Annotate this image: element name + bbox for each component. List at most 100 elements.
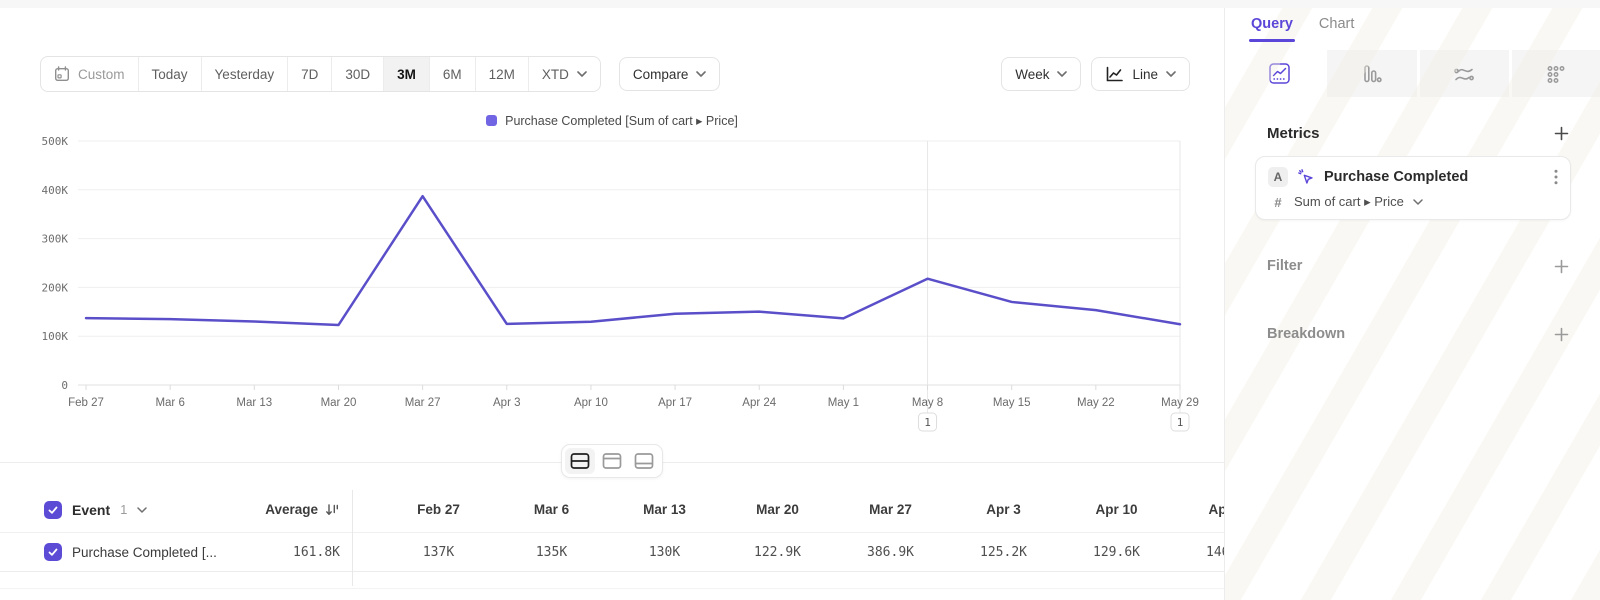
chart-legend: Purchase Completed [Sum of cart ▸ Price]: [0, 113, 1224, 128]
y-axis-tick-label: 500K: [42, 135, 69, 148]
x-axis-tick-label: Mar 27: [405, 397, 441, 409]
range-label: 3M: [397, 67, 416, 82]
average-header-cell[interactable]: Average: [226, 487, 340, 532]
x-axis-tick-label: May 1: [828, 397, 859, 409]
line-chart: 0100K200K300K400K500KFeb 27Mar 6Mar 13Ma…: [0, 133, 1224, 443]
breakdown-title: Breakdown: [1267, 326, 1345, 342]
layout-toggle-group: [561, 444, 663, 478]
table-only-icon: [634, 452, 654, 470]
compare-label: Compare: [633, 67, 689, 82]
sort-descending-icon: [325, 503, 340, 517]
metrics-section-header: Metrics: [1225, 125, 1600, 142]
range-3m[interactable]: 3M: [384, 57, 430, 91]
range-label: 6M: [443, 67, 462, 82]
y-axis-tick-label: 400K: [42, 184, 69, 197]
chart-type-label: Line: [1132, 67, 1158, 82]
grid-dots-icon: [1545, 63, 1567, 85]
add-breakdown-button[interactable]: [1554, 327, 1569, 342]
row-checkbox[interactable]: [44, 543, 62, 561]
x-axis-tick-label: Apr 10: [574, 397, 608, 409]
cell-value: 122.9K: [721, 533, 834, 571]
x-axis-tick-label: Mar 6: [155, 397, 184, 409]
chevron-down-icon[interactable]: [137, 507, 147, 513]
cell-value: 129.6K: [1060, 533, 1173, 571]
cell-value: 125.2K: [947, 533, 1060, 571]
split-view-icon: [570, 452, 590, 470]
table-bottom-line: [0, 588, 1224, 589]
calendar-icon: [54, 66, 70, 82]
column-header[interactable]: Apr 3: [947, 487, 1060, 532]
chevron-down-icon: [1413, 199, 1423, 205]
column-header[interactable]: Mar 27: [834, 487, 947, 532]
numeric-type-icon: #: [1271, 195, 1285, 210]
y-axis-tick-label: 200K: [42, 281, 69, 294]
cell-value: 135K: [495, 533, 608, 571]
add-filter-button[interactable]: [1554, 259, 1569, 274]
column-header[interactable]: Mar 13: [608, 487, 721, 532]
tab-chart[interactable]: Chart: [1319, 16, 1354, 42]
x-axis-tick-label: Mar 13: [236, 397, 272, 409]
range-label: 12M: [489, 67, 515, 82]
range-xtd[interactable]: XTD: [529, 57, 600, 91]
range-yesterday[interactable]: Yesterday: [202, 57, 289, 91]
aggregation-label: Sum of cart ▸ Price: [1294, 194, 1404, 210]
chart-only-icon: [602, 452, 622, 470]
chart-only-button[interactable]: [597, 448, 627, 474]
range-30d[interactable]: 30D: [332, 57, 384, 91]
compare-button[interactable]: Compare: [619, 57, 721, 91]
metrics-title: Metrics: [1267, 125, 1320, 142]
viz-tab-grid-dots[interactable]: [1512, 50, 1600, 97]
toolbar: Custom TodayYesterday 7D 30D 3M 6M 12M XTD Comp…: [40, 56, 1190, 92]
kebab-menu-icon[interactable]: [1554, 169, 1558, 185]
viz-tab-bar-chart[interactable]: [1327, 50, 1416, 97]
event-header-label: Event: [72, 502, 110, 518]
range-custom[interactable]: Custom: [41, 57, 139, 91]
range-12m[interactable]: 12M: [476, 57, 529, 91]
range-today[interactable]: Today: [139, 57, 202, 91]
chevron-down-icon: [696, 71, 706, 77]
column-header[interactable]: Apr 10: [1060, 487, 1173, 532]
legend-label: Purchase Completed [Sum of cart ▸ Price]: [505, 113, 738, 128]
column-header[interactable]: Apr 17: [1173, 487, 1224, 532]
select-all-checkbox[interactable]: [44, 501, 62, 519]
cell-value: 146.1K: [1173, 533, 1224, 571]
metric-card-main-row: A Purchase Completed: [1268, 167, 1558, 187]
bar-chart-icon: [1361, 63, 1383, 85]
average-header-label: Average: [265, 502, 318, 517]
y-axis-tick-label: 0: [61, 379, 68, 392]
metric-name: Purchase Completed: [1324, 169, 1545, 185]
add-metric-button[interactable]: [1554, 126, 1569, 141]
viz-tab-flows[interactable]: [1420, 50, 1509, 97]
cell-value: 137K: [382, 533, 495, 571]
chevron-down-icon: [577, 71, 587, 77]
column-header[interactable]: Feb 27: [382, 487, 495, 532]
table-row: Purchase Completed [... 161.8K 137K135K1…: [0, 532, 1224, 572]
chevron-down-icon: [1057, 71, 1067, 77]
y-axis-tick-label: 100K: [42, 330, 69, 343]
chart-type-button[interactable]: Line: [1091, 57, 1190, 91]
annotation-badge-label: 1: [924, 416, 931, 429]
x-axis-tick-label: May 22: [1077, 397, 1115, 409]
range-label: 7D: [301, 67, 318, 82]
split-view-button[interactable]: [565, 448, 595, 474]
metric-card[interactable]: A Purchase Completed # Sum of cart ▸ Pri…: [1255, 156, 1571, 220]
row-metric-name: Purchase Completed [...: [72, 545, 217, 560]
range-6m[interactable]: 6M: [430, 57, 476, 91]
column-header[interactable]: Mar 20: [721, 487, 834, 532]
metric-aggregation-row[interactable]: # Sum of cart ▸ Price: [1268, 194, 1558, 210]
range-label: XTD: [542, 67, 569, 82]
range-label: Custom: [78, 67, 125, 82]
x-axis-tick-label: Feb 27: [68, 397, 104, 409]
chevron-down-icon: [1166, 71, 1176, 77]
filter-section: Filter: [1225, 258, 1600, 274]
table-only-button[interactable]: [629, 448, 659, 474]
viz-tab-insights-line[interactable]: [1235, 50, 1324, 97]
row-event-cell: Purchase Completed [...: [44, 533, 217, 571]
granularity-button[interactable]: Week: [1001, 57, 1081, 91]
metric-letter-badge: A: [1268, 167, 1288, 187]
range-7d[interactable]: 7D: [288, 57, 332, 91]
date-range-segmented-control: Custom TodayYesterday 7D 30D 3M 6M 12M XTD: [40, 56, 601, 92]
sidebar-tabs: Query Chart: [1225, 8, 1600, 50]
column-header[interactable]: Mar 6: [495, 487, 608, 532]
tab-query[interactable]: Query: [1251, 16, 1293, 42]
